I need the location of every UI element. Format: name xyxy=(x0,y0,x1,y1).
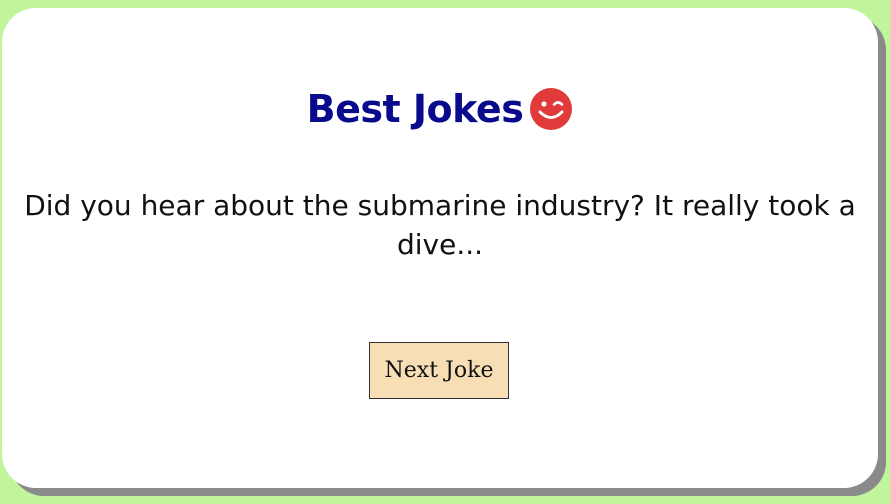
page-title: Best Jokes xyxy=(2,86,878,132)
winking-smiley-icon xyxy=(530,88,573,130)
joke-card: Best Jokes Did you hear about the submar… xyxy=(2,8,878,488)
page-title-text: Best Jokes xyxy=(306,87,524,131)
joke-text: Did you hear about the submarine industr… xyxy=(24,189,856,261)
next-joke-button[interactable]: Next Joke xyxy=(369,342,509,399)
